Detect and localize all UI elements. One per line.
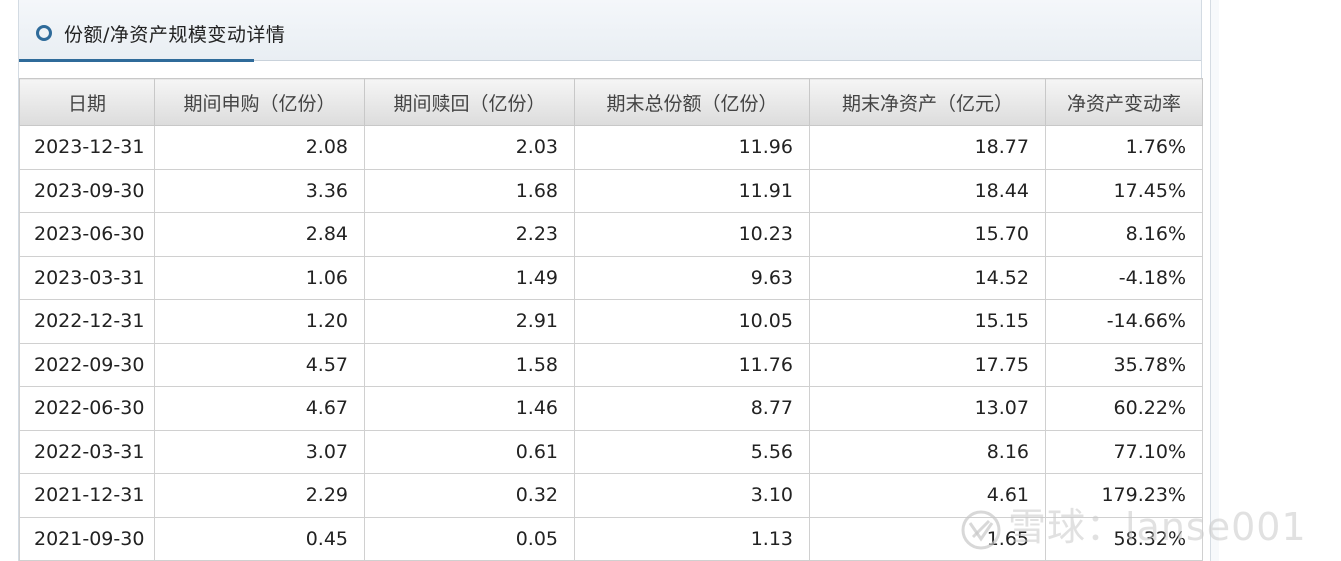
panel-header: 份额/净资产规模变动详情 bbox=[19, 0, 1201, 61]
cell-date: 2023-06-30 bbox=[19, 212, 155, 257]
cell-net-assets: 18.44 bbox=[809, 168, 1046, 213]
cell-total-shares: 10.05 bbox=[574, 299, 810, 344]
active-tab-underline bbox=[19, 59, 254, 62]
cell-subscription: 2.84 bbox=[154, 212, 365, 257]
table-header-row: 日期 期间申购（亿份） 期间赎回（亿份） 期末总份额（亿份） 期末净资产（亿元）… bbox=[19, 78, 1203, 126]
table-row: 2021-12-31 2.29 0.32 3.10 4.61 179.23% bbox=[19, 473, 1203, 518]
table-row: 2023-06-30 2.84 2.23 10.23 15.70 8.16% bbox=[19, 212, 1203, 257]
cell-date: 2023-03-31 bbox=[19, 255, 155, 300]
cell-net-assets: 8.16 bbox=[809, 429, 1046, 474]
cell-total-shares: 3.10 bbox=[574, 473, 810, 518]
cell-redemption: 2.91 bbox=[364, 299, 575, 344]
cell-subscription: 4.67 bbox=[154, 386, 365, 431]
cell-subscription: 0.45 bbox=[154, 516, 365, 561]
cell-change-rate: 35.78% bbox=[1045, 342, 1203, 387]
cell-subscription: 3.36 bbox=[154, 168, 365, 213]
cell-net-assets: 4.61 bbox=[809, 473, 1046, 518]
cell-total-shares: 9.63 bbox=[574, 255, 810, 300]
fund-scale-panel: 份额/净资产规模变动详情 日期 期间申购（亿份） 期间赎回（亿份） 期末总份额（… bbox=[18, 0, 1203, 561]
cell-date: 2021-12-31 bbox=[19, 473, 155, 518]
table-row: 2023-12-31 2.08 2.03 11.96 18.77 1.76% bbox=[19, 125, 1203, 170]
column-header-date[interactable]: 日期 bbox=[19, 78, 155, 126]
cell-total-shares: 10.23 bbox=[574, 212, 810, 257]
panel-title: 份额/净资产规模变动详情 bbox=[64, 24, 286, 46]
cell-redemption: 1.46 bbox=[364, 386, 575, 431]
cell-subscription: 2.08 bbox=[154, 125, 365, 170]
cell-change-rate: 60.22% bbox=[1045, 386, 1203, 431]
cell-redemption: 0.32 bbox=[364, 473, 575, 518]
table-row: 2022-06-30 4.67 1.46 8.77 13.07 60.22% bbox=[19, 386, 1203, 431]
cell-redemption: 2.23 bbox=[364, 212, 575, 257]
cell-subscription: 2.29 bbox=[154, 473, 365, 518]
cell-net-assets: 14.52 bbox=[809, 255, 1046, 300]
cell-total-shares: 11.76 bbox=[574, 342, 810, 387]
cell-date: 2022-03-31 bbox=[19, 429, 155, 474]
cell-date: 2023-12-31 bbox=[19, 125, 155, 170]
cell-total-shares: 11.96 bbox=[574, 125, 810, 170]
column-header-total-shares[interactable]: 期末总份额（亿份） bbox=[574, 78, 810, 126]
cell-date: 2022-09-30 bbox=[19, 342, 155, 387]
cell-change-rate: 17.45% bbox=[1045, 168, 1203, 213]
cell-redemption: 0.61 bbox=[364, 429, 575, 474]
cell-subscription: 1.20 bbox=[154, 299, 365, 344]
circle-bullet-icon bbox=[36, 25, 52, 41]
cell-redemption: 1.49 bbox=[364, 255, 575, 300]
cell-net-assets: 15.15 bbox=[809, 299, 1046, 344]
table-row: 2021-09-30 0.45 0.05 1.13 1.65 58.32% bbox=[19, 516, 1203, 561]
cell-net-assets: 18.77 bbox=[809, 125, 1046, 170]
column-header-net-assets[interactable]: 期末净资产（亿元） bbox=[809, 78, 1046, 126]
cell-net-assets: 1.65 bbox=[809, 516, 1046, 561]
cell-subscription: 4.57 bbox=[154, 342, 365, 387]
table-row: 2023-03-31 1.06 1.49 9.63 14.52 -4.18% bbox=[19, 255, 1203, 300]
cell-redemption: 1.68 bbox=[364, 168, 575, 213]
cell-net-assets: 17.75 bbox=[809, 342, 1046, 387]
cell-change-rate: -4.18% bbox=[1045, 255, 1203, 300]
page-scrollbar-edge bbox=[1210, 0, 1219, 561]
cell-date: 2022-06-30 bbox=[19, 386, 155, 431]
scale-change-table: 日期 期间申购（亿份） 期间赎回（亿份） 期末总份额（亿份） 期末净资产（亿元）… bbox=[19, 78, 1203, 561]
cell-change-rate: 179.23% bbox=[1045, 473, 1203, 518]
cell-total-shares: 5.56 bbox=[574, 429, 810, 474]
cell-change-rate: 77.10% bbox=[1045, 429, 1203, 474]
column-header-change-rate[interactable]: 净资产变动率 bbox=[1045, 78, 1203, 126]
cell-redemption: 0.05 bbox=[364, 516, 575, 561]
cell-total-shares: 11.91 bbox=[574, 168, 810, 213]
column-header-redemption[interactable]: 期间赎回（亿份） bbox=[364, 78, 575, 126]
cell-change-rate: 1.76% bbox=[1045, 125, 1203, 170]
cell-redemption: 1.58 bbox=[364, 342, 575, 387]
table-row: 2022-09-30 4.57 1.58 11.76 17.75 35.78% bbox=[19, 342, 1203, 387]
cell-net-assets: 15.70 bbox=[809, 212, 1046, 257]
cell-change-rate: 58.32% bbox=[1045, 516, 1203, 561]
cell-change-rate: 8.16% bbox=[1045, 212, 1203, 257]
cell-date: 2023-09-30 bbox=[19, 168, 155, 213]
cell-date: 2021-09-30 bbox=[19, 516, 155, 561]
cell-date: 2022-12-31 bbox=[19, 299, 155, 344]
cell-subscription: 3.07 bbox=[154, 429, 365, 474]
cell-change-rate: -14.66% bbox=[1045, 299, 1203, 344]
table-row: 2022-03-31 3.07 0.61 5.56 8.16 77.10% bbox=[19, 429, 1203, 474]
cell-subscription: 1.06 bbox=[154, 255, 365, 300]
cell-redemption: 2.03 bbox=[364, 125, 575, 170]
table-row: 2022-12-31 1.20 2.91 10.05 15.15 -14.66% bbox=[19, 299, 1203, 344]
column-header-subscription[interactable]: 期间申购（亿份） bbox=[154, 78, 365, 126]
cell-total-shares: 8.77 bbox=[574, 386, 810, 431]
table-row: 2023-09-30 3.36 1.68 11.91 18.44 17.45% bbox=[19, 168, 1203, 213]
cell-net-assets: 13.07 bbox=[809, 386, 1046, 431]
cell-total-shares: 1.13 bbox=[574, 516, 810, 561]
